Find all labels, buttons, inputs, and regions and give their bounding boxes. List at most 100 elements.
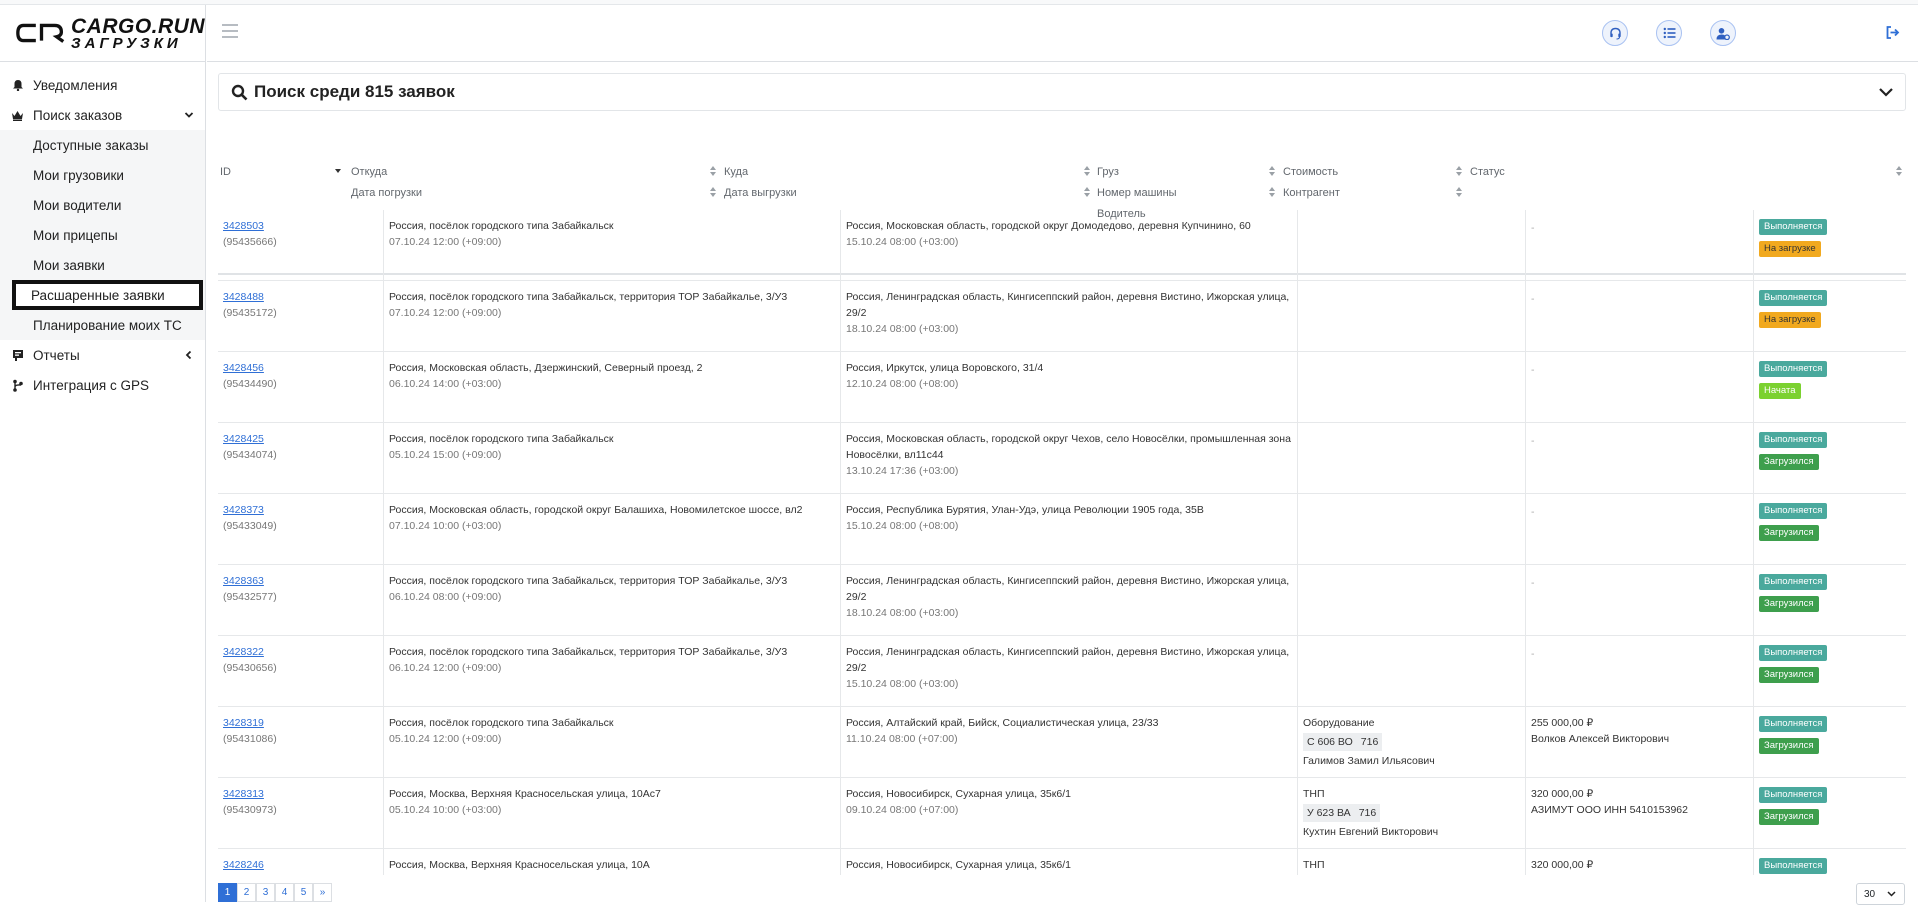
sort-icon[interactable] — [710, 166, 717, 176]
headset-icon[interactable] — [1602, 20, 1628, 46]
sidebar-item-gps-integration[interactable]: Интеграция с GPS — [0, 370, 205, 400]
from-address: Россия, Московская область, городской ок… — [389, 504, 803, 516]
sidebar-item-my-trailers[interactable]: Мои прицепы — [0, 220, 205, 250]
brand-subtitle: ЗАГРУЗКИ — [71, 34, 182, 52]
sidebar-item-label: Мои заявки — [33, 257, 105, 273]
crown-icon — [11, 109, 24, 122]
order-subid: (95430656) — [223, 662, 277, 674]
hamburger-menu-icon[interactable] — [222, 24, 238, 38]
col-status[interactable]: Статус — [1470, 166, 1505, 178]
plate-region: 716 — [1354, 804, 1381, 822]
cell-cost: - — [1526, 352, 1754, 422]
substatus-badge: Загрузился — [1759, 809, 1819, 825]
cell-id: 3428488 (95435172) — [218, 281, 384, 351]
sidebar-item-shared-requests[interactable]: Расшаренные заявки — [12, 280, 203, 310]
table-row[interactable]: 3428456 (95434490) Россия, Московская обла… — [218, 352, 1906, 423]
substatus-badge: Загрузился — [1759, 525, 1819, 541]
pagination-page[interactable]: 4 — [275, 883, 294, 902]
pagination-next[interactable]: » — [313, 883, 332, 902]
truck-plate: У 623 ВА 716 — [1303, 802, 1520, 824]
cell-id: 3428373 (95433049) — [218, 494, 384, 564]
sort-icon[interactable] — [1269, 187, 1276, 197]
cell-cargo: ТНП — [1298, 849, 1526, 875]
col-cost[interactable]: Стоимость — [1283, 166, 1338, 178]
cell-cargo — [1298, 423, 1526, 493]
order-id-link[interactable]: 3428313 — [223, 786, 378, 802]
order-id-link[interactable]: 3428373 — [223, 502, 378, 518]
unload-date: 18.10.24 08:00 (+03:00) — [846, 323, 959, 335]
order-subid: (95432577) — [223, 591, 277, 603]
col-id[interactable]: ID — [220, 166, 231, 178]
unload-date: 11.10.24 08:00 (+07:00) — [846, 733, 958, 745]
pagination-page[interactable]: 2 — [237, 883, 256, 902]
cell-to: Россия, Ленинградская область, Кингисепп… — [841, 565, 1298, 635]
sort-icon[interactable] — [1456, 166, 1463, 176]
load-date: 05.10.24 15:00 (+09:00) — [389, 449, 502, 461]
main-content: Поиск среди 815 заявок ID Откуда Дата по… — [207, 63, 1918, 905]
col-to[interactable]: Куда — [724, 166, 748, 178]
cell-id: 3428246 — [218, 849, 384, 875]
sidebar-item-label: Уведомления — [33, 77, 118, 93]
sort-icon[interactable] — [1269, 166, 1276, 176]
top-header — [207, 5, 1918, 62]
table-row[interactable]: 3428313 (95430973) Россия, Москва, Верхняя… — [218, 778, 1906, 849]
col-contractor[interactable]: Контрагент — [1283, 187, 1340, 199]
sidebar-item-label: Планирование моих ТС — [33, 317, 182, 333]
order-id-link[interactable]: 3428363 — [223, 573, 378, 589]
order-id-link[interactable]: 3428488 — [223, 289, 378, 305]
col-cargo[interactable]: Груз — [1097, 166, 1119, 178]
user-settings-icon[interactable] — [1710, 20, 1736, 46]
list-icon[interactable] — [1656, 20, 1682, 46]
sidebar-item-vehicle-planning[interactable]: Планирование моих ТС — [0, 310, 205, 340]
table-row[interactable]: 3428246 Россия, Москва, Верхняя Красносел… — [218, 849, 1906, 875]
order-subid: (95433049) — [223, 520, 277, 532]
col-from[interactable]: Откуда — [351, 166, 387, 178]
order-id-link[interactable]: 3428425 — [223, 431, 378, 447]
pagination-page[interactable]: 3 — [256, 883, 275, 902]
to-address: Россия, Ленинградская область, Кингисепп… — [846, 575, 1290, 603]
sidebar-item-reports[interactable]: Отчеты — [0, 340, 205, 370]
pagination-page[interactable]: 1 — [218, 883, 237, 902]
sidebar-item-available-orders[interactable]: Доступные заказы — [0, 130, 205, 160]
order-id-link[interactable]: 3428456 — [223, 360, 378, 376]
table-row[interactable]: 3428503 (95435666) Россия, посёлок городск… — [218, 210, 1906, 281]
table-row[interactable]: 3428363 (95432577) Россия, посёлок городск… — [218, 565, 1906, 636]
sidebar-item-my-requests[interactable]: Мои заявки — [0, 250, 205, 280]
status-badge: Выполняется — [1759, 361, 1828, 377]
unload-date: 09.10.24 08:00 (+07:00) — [846, 804, 959, 816]
load-date: 06.10.24 08:00 (+09:00) — [389, 591, 502, 603]
table-row[interactable]: 3428322 (95430656) Россия, посёлок городск… — [218, 636, 1906, 707]
order-id-link[interactable]: 3428246 — [223, 857, 378, 873]
sort-icon[interactable] — [1084, 187, 1091, 197]
sidebar-item-my-trucks[interactable]: Мои грузовики — [0, 160, 205, 190]
sort-icon[interactable] — [1084, 166, 1091, 176]
order-id-link[interactable]: 3428319 — [223, 715, 378, 731]
brand[interactable]: CARGO.RUN ЗАГРУЗКИ — [0, 5, 205, 62]
chevron-down-icon[interactable] — [1878, 86, 1894, 98]
sidebar-item-my-drivers[interactable]: Мои водители — [0, 190, 205, 220]
pagination-page[interactable]: 5 — [294, 883, 313, 902]
logout-icon[interactable] — [1885, 25, 1900, 40]
table-row[interactable]: 3428319 (95431086) Россия, посёлок городск… — [218, 707, 1906, 778]
cell-from: Россия, Москва, Верхняя Красносельская у… — [384, 849, 841, 875]
sidebar-item-notifications[interactable]: Уведомления — [0, 70, 205, 100]
load-date: 06.10.24 14:00 (+03:00) — [389, 378, 502, 390]
sort-icon[interactable] — [710, 187, 717, 197]
search-filter-panel[interactable]: Поиск среди 815 заявок — [218, 73, 1906, 111]
col-unload-date[interactable]: Дата выгрузки — [724, 187, 797, 199]
substatus-badge: На загрузке — [1759, 312, 1821, 328]
table-row[interactable]: 3428425 (95434074) Россия, посёлок городск… — [218, 423, 1906, 494]
col-truck[interactable]: Номер машины — [1097, 187, 1177, 199]
sort-icon[interactable] — [1896, 166, 1903, 176]
cell-to: Россия, Ленинградская область, Кингисепп… — [841, 281, 1298, 351]
table-row[interactable]: 3428488 (95435172) Россия, посёлок городск… — [218, 281, 1906, 352]
to-address: Россия, Московская область, городской ок… — [846, 220, 1251, 232]
table-row[interactable]: 3428373 (95433049) Россия, Московская обла… — [218, 494, 1906, 565]
order-id-link[interactable]: 3428503 — [223, 218, 378, 234]
sort-icon[interactable] — [1456, 187, 1463, 197]
order-id-link[interactable]: 3428322 — [223, 644, 378, 660]
col-load-date[interactable]: Дата погрузки — [351, 187, 422, 199]
sort-desc-icon[interactable] — [335, 166, 342, 176]
sidebar-item-order-search[interactable]: Поиск заказов — [0, 100, 205, 130]
cell-cost: - — [1526, 423, 1754, 493]
